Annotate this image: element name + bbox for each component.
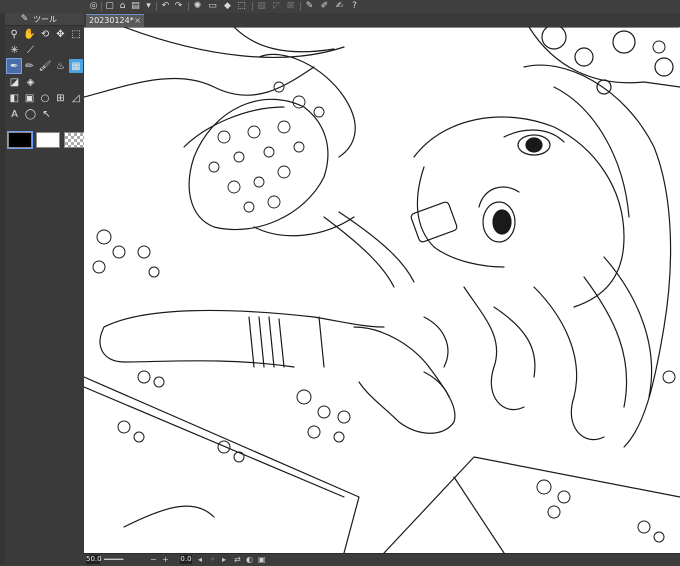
app-menu-icon[interactable]: ◎	[88, 1, 99, 12]
drawing-canvas[interactable]	[84, 27, 680, 553]
fill-tool-icon[interactable]: ◈	[23, 75, 38, 89]
toolbar-separator	[300, 2, 301, 11]
ruler-tool-icon[interactable]: ◿	[69, 91, 83, 105]
lasso-icon[interactable]: ◸	[271, 1, 282, 12]
eyedropper-tool-icon[interactable]: ⟋	[23, 43, 38, 57]
zoom-slider[interactable]: ━━━━	[104, 554, 123, 566]
redo-icon[interactable]: ↷	[173, 1, 184, 12]
save-icon[interactable]: ▤	[130, 1, 141, 12]
zoom-out-icon[interactable]: −	[150, 554, 157, 566]
command-bar: ◎ ▢ ⌂ ▤ ▾ ↶ ↷ ✺ ▭ ◆ ⬚ ▧ ◸ ⊠ ✎ ✐ ✍ ?	[0, 0, 680, 14]
document-tab-bar: 20230124* ×	[84, 13, 680, 27]
clear-icon[interactable]: ▭	[207, 1, 218, 12]
new-file-icon[interactable]: ▢	[104, 1, 115, 12]
balloon-tool-icon[interactable]: ◯	[23, 107, 38, 121]
correct-line-tool-icon[interactable]: ↖	[39, 107, 54, 121]
main-color-swatch[interactable]	[7, 131, 33, 149]
move-tool-icon[interactable]: ✥	[53, 27, 67, 41]
fit-icon[interactable]: ▣	[258, 554, 266, 566]
document-tab-title: 20230124*	[89, 16, 134, 25]
airbrush-tool-icon[interactable]: ♨	[53, 59, 67, 73]
sub-color-swatch[interactable]	[36, 132, 60, 148]
brush-tool-icon[interactable]: 🖌	[38, 59, 52, 73]
zoom-in-icon[interactable]: +	[162, 554, 169, 566]
zoom-field[interactable]: 50.0	[86, 555, 102, 564]
dropdown-icon[interactable]: ▾	[143, 1, 154, 12]
undo-icon[interactable]: ↶	[160, 1, 171, 12]
select-rect-tool-icon[interactable]: ⬚	[69, 27, 83, 41]
deselect-icon[interactable]: ▧	[256, 1, 267, 12]
smudge-icon[interactable]: ✍	[334, 1, 345, 12]
tool-palette-title: ツール	[33, 14, 57, 24]
pen-icon: ✎	[20, 13, 29, 24]
zoom-tool-icon[interactable]: ⚲	[7, 27, 21, 41]
tool-palette: ✎ ツール ⚲ ✋ ⟲ ✥ ⬚ ✳ ⟋ ✒ ✏ 🖌 ♨ ▦ ◪ ◈ ◧ ▣ ○ …	[5, 13, 88, 565]
frame-tool-icon[interactable]: ⊞	[53, 91, 67, 105]
toolbar-separator	[156, 2, 157, 11]
gradient-tool-icon[interactable]: ◧	[7, 91, 21, 105]
toolbar-separator	[252, 2, 253, 11]
document-tab[interactable]: 20230124* ×	[86, 14, 144, 27]
transform-icon[interactable]: ⬚	[236, 1, 247, 12]
toolbar-separator	[188, 2, 189, 11]
flip-icon[interactable]: ⇄	[234, 554, 241, 566]
navigator-icon[interactable]: ◐	[246, 554, 253, 566]
rotate-tool-icon[interactable]: ⟲	[38, 27, 52, 41]
figure-tool-icon[interactable]: ▣	[22, 91, 36, 105]
line-art-illustration	[84, 27, 680, 553]
open-icon[interactable]: ⌂	[117, 1, 128, 12]
decoration-tool-icon[interactable]: ▦	[68, 59, 84, 73]
angle-field[interactable]: 0.0	[180, 555, 192, 564]
rotate-left-icon[interactable]: ◂	[198, 554, 202, 566]
fill-icon[interactable]: ◆	[222, 1, 233, 12]
help-icon[interactable]: ?	[349, 1, 360, 12]
toolbar-separator	[101, 2, 102, 11]
tool-palette-header: ✎ ツール	[5, 13, 84, 26]
ellipse-tool-icon[interactable]: ○	[38, 91, 52, 105]
rotate-reset-icon[interactable]: ◦	[210, 554, 215, 566]
pen-stroke-icon[interactable]: ✎	[304, 1, 315, 12]
close-tab-icon[interactable]: ×	[134, 15, 141, 27]
brush-stroke-icon[interactable]: ✐	[319, 1, 330, 12]
crop-icon[interactable]: ⊠	[285, 1, 296, 12]
rotate-right-icon[interactable]: ▸	[222, 554, 226, 566]
magic-wand-tool-icon[interactable]: ✳	[7, 43, 22, 57]
status-bar: 50.0 ━━━━ − + 0.0 ◂ ◦ ▸ ⇄ ◐ ▣	[84, 553, 680, 566]
hand-tool-icon[interactable]: ✋	[22, 27, 36, 41]
pencil-tool-icon[interactable]: ✏	[22, 59, 36, 73]
text-tool-icon[interactable]: A	[7, 107, 22, 121]
eraser-tool-icon[interactable]: ◪	[7, 75, 22, 89]
loading-icon[interactable]: ✺	[192, 1, 203, 12]
pen-tool-icon[interactable]: ✒	[5, 58, 23, 74]
